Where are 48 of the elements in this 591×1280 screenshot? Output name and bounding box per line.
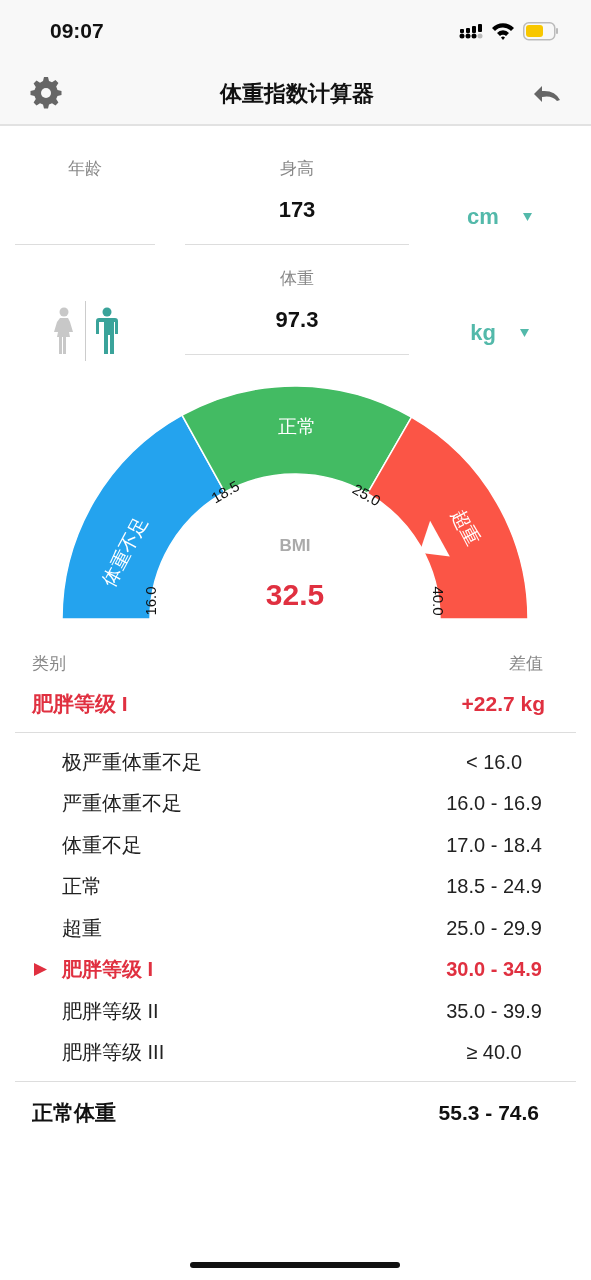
person-icon	[93, 306, 120, 355]
bmi-range: 30.0 - 34.9	[445, 957, 543, 983]
field-label: 体重	[279, 268, 315, 291]
category-name: 肥胖等级 II	[62, 998, 160, 1024]
bmi-range: ≥ 40.0	[465, 1040, 523, 1066]
status-time: 09:07	[50, 18, 104, 45]
input-field[interactable]: 97.3	[185, 299, 409, 340]
category-name: 正常	[62, 874, 103, 900]
input-field[interactable]: 173	[185, 189, 409, 230]
bmi-range: 17.0 - 18.4	[445, 832, 543, 858]
bmi-range: 18.5 - 24.9	[445, 874, 543, 900]
normal-weight-label: 正常体重	[32, 1100, 116, 1127]
bmi-range: 35.0 - 39.9	[445, 998, 543, 1024]
settings-button[interactable]	[30, 77, 62, 109]
category-name: 极严重体重不足	[62, 749, 203, 775]
caret-icon	[522, 212, 532, 221]
category-name: 肥胖等级 I	[62, 957, 155, 983]
male-button[interactable]	[93, 306, 120, 355]
wifi-icon	[491, 22, 515, 40]
bmi-range: < 16.0	[464, 749, 524, 775]
bmi-range: 25.0 - 29.9	[445, 915, 543, 941]
tick-label: 25.0	[349, 479, 384, 509]
category-name: 超重	[62, 915, 103, 941]
tick-label: 16.0	[141, 585, 159, 616]
pointer-icon	[34, 962, 47, 976]
segment-label: 超重	[447, 505, 484, 549]
category-name: 体重不足	[62, 832, 143, 858]
pointer-mark	[419, 520, 450, 556]
signal-icon	[459, 23, 483, 39]
app-title: 体重指数计算器	[219, 79, 374, 108]
difference-value: +22.7 kg	[461, 691, 545, 718]
tick-label: 18.5	[208, 476, 243, 506]
category-value: 肥胖等级 I	[32, 691, 128, 718]
segment-label: 正常	[278, 415, 316, 437]
bmi-range: 16.0 - 16.9	[445, 791, 543, 817]
bmi-label: BMI	[279, 535, 311, 555]
field-label: 身高	[279, 158, 315, 180]
normal-weight-range: 55.3 - 74.6	[438, 1100, 539, 1127]
bmi-value: 32.5	[265, 577, 325, 611]
settings-icon	[30, 77, 62, 109]
caret-icon	[519, 328, 529, 337]
category-name: 严重体重不足	[62, 791, 183, 817]
battery-icon	[523, 21, 559, 41]
column-header: 类别	[32, 652, 66, 675]
category-name: 肥胖等级 III	[62, 1040, 166, 1066]
column-header: 差值	[509, 652, 543, 675]
tick-label: 40.0	[430, 585, 448, 616]
field-label: 年龄	[67, 158, 103, 180]
